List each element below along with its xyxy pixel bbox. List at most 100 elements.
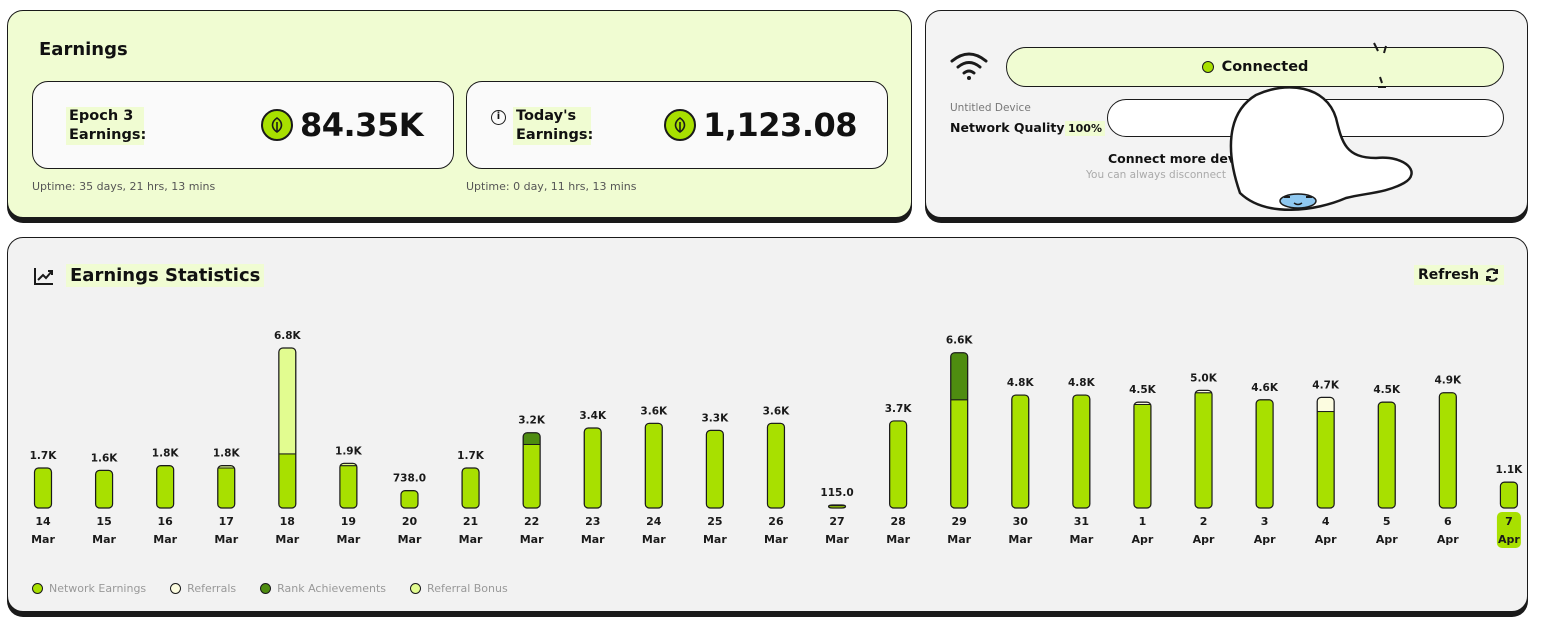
legend-dot-icon — [260, 583, 272, 594]
bar-group: 3.2K 22 Mar — [518, 415, 546, 546]
x-axis-month-label: Mar — [1008, 533, 1032, 546]
bar-group: 1.7K 21 Mar — [457, 450, 485, 546]
x-axis-day-label: 24 — [646, 515, 662, 528]
bar-value-label: 3.2K — [518, 415, 546, 427]
x-axis-day-label: 28 — [890, 515, 905, 528]
bar-value-label: 1.6K — [91, 452, 119, 464]
bar-segment — [1256, 399, 1274, 508]
x-axis-month-label: Mar — [1069, 533, 1093, 546]
x-axis-month-label: Mar — [153, 533, 177, 546]
sleeping-mascot-icon — [1229, 42, 1413, 211]
bar-value-label: 4.5K — [1129, 384, 1157, 396]
bar-value-label: 3.6K — [640, 405, 668, 417]
legend-dot-icon — [32, 583, 43, 594]
bar-value-label: 4.8K — [1068, 377, 1096, 389]
legend-item[interactable]: Rank Achievements — [260, 582, 386, 595]
bar-segment — [523, 443, 541, 509]
chart-legend: Network Earnings Referrals Rank Achievemen… — [32, 582, 508, 595]
bar-group: 3.6K 24 Mar — [640, 405, 668, 546]
bar-group: 1.8K 17 Mar — [213, 448, 241, 546]
x-axis-day-label: 18 — [280, 515, 295, 528]
x-axis-day-label: 2 — [1200, 515, 1208, 528]
info-icon[interactable]: i — [491, 110, 506, 125]
bar-group: 5.0K 2 Apr — [1190, 372, 1218, 546]
bar-value-label: 4.8K — [1007, 377, 1035, 389]
bar-segment — [1500, 482, 1518, 508]
legend-item[interactable]: Network Earnings — [32, 582, 146, 595]
x-axis-day-label: 22 — [524, 515, 539, 528]
status-dot-icon — [1201, 61, 1214, 73]
epoch-earnings-value: 84.35K — [299, 106, 424, 144]
x-axis-day-label: 21 — [463, 515, 478, 528]
x-axis-day-label: 30 — [1013, 515, 1029, 528]
bar-segment — [400, 490, 418, 509]
bar-group: 1.6K 15 Mar — [91, 452, 119, 546]
bar-group: 1.1K 7 Apr — [1496, 464, 1524, 548]
bar-value-label: 1.1K — [1496, 464, 1524, 476]
legend-label: Referral Bonus — [427, 582, 508, 595]
bar-segment — [217, 467, 235, 509]
bar-segment — [1317, 411, 1335, 508]
bar-group: 6.6K 29 Mar — [946, 335, 974, 546]
x-axis-day-label: 29 — [952, 515, 967, 528]
x-axis-month-label: Mar — [642, 533, 666, 546]
x-axis-month-label: Mar — [398, 533, 422, 546]
x-axis-day-label: 3 — [1261, 515, 1269, 528]
x-axis-month-label: Mar — [947, 533, 971, 546]
x-axis-month-label: Apr — [1376, 533, 1398, 546]
x-axis-day-label: 14 — [35, 515, 51, 528]
bar-value-label: 4.7K — [1312, 379, 1340, 391]
bar-group: 4.5K 5 Apr — [1373, 384, 1401, 546]
legend-label: Referrals — [187, 582, 237, 595]
x-axis-month-label: Mar — [275, 533, 299, 546]
bar-segment — [1439, 392, 1457, 509]
bar-group: 738.0 20 Mar — [393, 473, 426, 546]
bar-value-label: 3.7K — [885, 403, 913, 415]
x-axis-month-label: Mar — [214, 533, 238, 546]
bar-segment — [1317, 397, 1335, 413]
legend-item[interactable]: Referrals — [170, 582, 236, 595]
x-axis-day-label: 1 — [1139, 515, 1147, 528]
bar-group: 4.6K 3 Apr — [1251, 382, 1279, 546]
wifi-icon — [950, 52, 988, 80]
x-axis-month-label: Apr — [1254, 533, 1276, 546]
bar-segment — [156, 465, 174, 509]
bar-value-label: 1.8K — [213, 448, 241, 460]
bar-segment — [34, 468, 52, 508]
earnings-statistics-card: Earnings Statistics Refresh 1.7K 14 Mar 1.6… — [7, 237, 1528, 612]
earnings-title: Earnings — [39, 39, 128, 60]
epoch-uptime: Uptime: 35 days, 21 hrs, 13 mins — [32, 180, 216, 193]
epoch-earnings-box: Epoch 3 Earnings: 84.35K — [32, 81, 454, 169]
bar-segment — [523, 432, 541, 445]
x-axis-day-label: 5 — [1383, 515, 1391, 528]
bar-segment — [950, 352, 968, 401]
x-axis-month-label: Apr — [1132, 533, 1154, 546]
earnings-card: Earnings Epoch 3 Earnings: 84.35K Uptime… — [7, 10, 912, 218]
bar-value-label: 1.9K — [335, 445, 363, 457]
x-axis-day-label: 31 — [1074, 515, 1089, 528]
bar-segment — [889, 420, 907, 508]
x-axis-month-label: Mar — [581, 533, 605, 546]
x-axis-day-label: 4 — [1322, 515, 1330, 528]
x-axis-month-label: Apr — [1498, 533, 1520, 546]
x-axis-day-label: 19 — [341, 515, 356, 528]
bar-value-label: 1.7K — [30, 450, 58, 462]
bar-segment — [278, 348, 296, 455]
bar-value-label: 4.5K — [1373, 384, 1401, 396]
x-axis-month-label: Mar — [703, 533, 727, 546]
x-axis-day-label: 26 — [768, 515, 784, 528]
bar-value-label: 115.0 — [820, 487, 853, 499]
legend-item[interactable]: Referral Bonus — [410, 582, 508, 595]
x-axis-day-label: 27 — [829, 515, 844, 528]
device-card: Connected Untitled Device Network Qualit… — [925, 10, 1528, 218]
x-axis-month-label: Apr — [1315, 533, 1337, 546]
bar-group: 4.9K 6 Apr — [1434, 375, 1462, 546]
bar-value-label: 3.6K — [763, 405, 791, 417]
bar-segment — [584, 428, 602, 508]
bar-segment — [645, 423, 663, 508]
today-earnings-label: Today's Earnings: — [513, 107, 593, 145]
today-earnings-value: 1,123.08 — [703, 106, 857, 144]
bar-value-label: 3.4K — [579, 410, 607, 422]
bar-value-label: 4.6K — [1251, 382, 1279, 394]
bar-value-label: 1.8K — [152, 448, 180, 460]
